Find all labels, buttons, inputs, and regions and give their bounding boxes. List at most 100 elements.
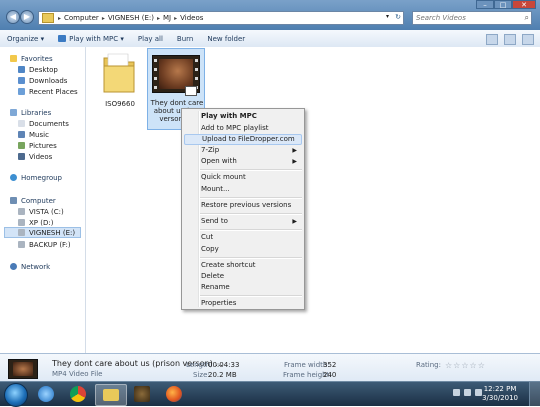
burn-button[interactable]: Burn	[170, 35, 200, 43]
nav-network[interactable]: Network	[10, 261, 50, 272]
drive-icon	[18, 229, 25, 236]
menu-item-properties[interactable]: Properties	[184, 298, 302, 309]
nav-item-documents[interactable]: Documents	[18, 118, 69, 129]
taskbar-app-explorer[interactable]	[95, 384, 127, 406]
taskbar-app-firefox[interactable]	[159, 384, 189, 404]
command-bar: Organize ▾ Play with MPC ▾ Play all Burn…	[0, 30, 540, 48]
size-value[interactable]: 20.2 MB	[208, 371, 237, 379]
nav-item-downloads[interactable]: Downloads	[18, 75, 67, 86]
menu-item-7zip[interactable]: 7-Zip ▶	[184, 145, 302, 156]
folder-icon	[103, 53, 135, 93]
menu-separator	[200, 197, 302, 199]
menu-item-copy[interactable]: Copy	[184, 244, 302, 255]
menu-item-quick-mount[interactable]: Quick mount	[184, 172, 302, 183]
nav-item-label: BACKUP (F:)	[29, 240, 71, 249]
change-view-icon[interactable]	[486, 34, 498, 45]
nav-item-music[interactable]: Music	[18, 129, 49, 140]
new-folder-button[interactable]: New folder	[200, 35, 252, 43]
video-thumbnail	[13, 362, 33, 376]
nav-favorites-label: Favorites	[21, 54, 53, 63]
search-icon[interactable]: ⌕	[525, 13, 529, 23]
nav-item-drive-e[interactable]: VIGNESH (E:)	[4, 227, 81, 238]
network-icon	[10, 263, 17, 270]
menu-item-restore-versions[interactable]: Restore previous versions	[184, 200, 302, 211]
window-controls: – □ ✕	[476, 0, 536, 9]
nav-item-label: Downloads	[29, 76, 68, 85]
play-all-button[interactable]: Play all	[131, 35, 170, 43]
length-value[interactable]: 00:04:33	[208, 361, 239, 369]
frame-height-value[interactable]: 240	[323, 371, 336, 379]
taskbar-app-chrome[interactable]	[63, 384, 93, 404]
clock[interactable]: 12:22 PM 3/30/2010	[482, 385, 518, 403]
nav-item-label: Recent Places	[29, 87, 78, 96]
start-button[interactable]	[4, 383, 28, 407]
nav-item-label: Videos	[29, 152, 53, 161]
documents-icon	[18, 120, 25, 127]
nav-item-pictures[interactable]: Pictures	[18, 140, 57, 151]
video-thumbnail	[159, 59, 193, 89]
nav-item-drive-c[interactable]: VISTA (C:)	[18, 206, 64, 217]
address-bar[interactable]: ▸ Computer ▸ VIGNESH (E:) ▸ MJ ▸ Videos …	[38, 11, 404, 25]
maximize-button[interactable]: □	[494, 0, 512, 9]
back-button[interactable]: ◀	[6, 10, 20, 24]
frame-width-value[interactable]: 352	[323, 361, 336, 369]
menu-item-rename[interactable]: Rename	[184, 282, 302, 293]
chevron-down-icon[interactable]: ▾	[386, 13, 389, 20]
menu-item-upload-filedropper[interactable]: Upload to FileDropper.com	[184, 134, 302, 145]
tray-arrow-icon[interactable]	[453, 389, 460, 396]
breadcrumb-mj[interactable]: MJ	[161, 14, 173, 22]
internet-explorer-icon	[38, 386, 54, 402]
preview-pane-icon[interactable]	[504, 34, 516, 45]
nav-item-videos[interactable]: Videos	[18, 151, 52, 162]
nav-item-label: Desktop	[29, 65, 58, 74]
network-tray-icon[interactable]	[464, 389, 471, 396]
breadcrumb-computer[interactable]: Computer	[62, 14, 101, 22]
close-button[interactable]: ✕	[512, 0, 536, 9]
search-box[interactable]: ⌕	[412, 11, 532, 25]
video-file-icon	[8, 359, 38, 379]
nav-item-label: Documents	[29, 119, 69, 128]
taskbar-app-ie[interactable]	[31, 384, 61, 404]
nav-homegroup[interactable]: Homegroup	[10, 172, 62, 183]
minimize-button[interactable]: –	[476, 0, 494, 9]
film-perforation	[195, 77, 198, 80]
search-input[interactable]	[413, 12, 516, 24]
menu-item-create-shortcut[interactable]: Create shortcut	[184, 260, 302, 271]
nav-item-recent-places[interactable]: Recent Places	[18, 86, 78, 97]
play-icon	[58, 35, 67, 42]
film-perforation	[154, 68, 157, 71]
submenu-arrow-icon: ▶	[292, 158, 297, 165]
menu-item-open-with[interactable]: Open with ▶	[184, 156, 302, 167]
folder-item[interactable]: ISO9660	[98, 52, 142, 112]
taskbar-app-media-player[interactable]	[127, 384, 157, 404]
nav-item-drive-f[interactable]: BACKUP (F:)	[18, 239, 71, 250]
details-type: MP4 Video File	[52, 370, 103, 378]
menu-item-play-with-mpc[interactable]: Play with MPC	[184, 111, 302, 122]
nav-libraries[interactable]: Libraries	[10, 107, 51, 118]
folder-name: ISO9660	[105, 100, 135, 108]
volume-icon[interactable]	[475, 389, 482, 396]
explorer-icon	[103, 389, 119, 401]
nav-computer[interactable]: Computer	[10, 195, 56, 206]
menu-item-add-to-playlist[interactable]: Add to MPC playlist	[184, 123, 302, 134]
breadcrumb-videos[interactable]: Videos	[178, 14, 205, 22]
menu-item-delete[interactable]: Delete	[184, 271, 302, 282]
menu-separator	[200, 213, 302, 215]
play-with-button[interactable]: Play with MPC ▾	[51, 35, 131, 43]
menu-item-cut[interactable]: Cut	[184, 232, 302, 243]
film-perforation	[154, 59, 157, 62]
menu-item-send-to[interactable]: Send to ▶	[184, 216, 302, 227]
homegroup-icon	[10, 174, 17, 181]
show-desktop-button[interactable]	[529, 382, 540, 406]
organize-button[interactable]: Organize ▾	[0, 35, 51, 43]
nav-item-desktop[interactable]: Desktop	[18, 64, 58, 75]
menu-item-mount[interactable]: Mount...	[184, 184, 302, 195]
help-icon[interactable]	[522, 34, 534, 45]
nav-item-label: VIGNESH (E:)	[29, 228, 76, 237]
rating-stars[interactable]: ☆☆☆☆☆	[445, 361, 486, 370]
refresh-icon[interactable]: ↻	[395, 13, 401, 21]
forward-button[interactable]: ▶	[20, 10, 34, 24]
breadcrumb-drive[interactable]: VIGNESH (E:)	[106, 14, 156, 22]
nav-favorites[interactable]: Favorites	[10, 53, 53, 64]
nav-libraries-label: Libraries	[21, 108, 52, 117]
